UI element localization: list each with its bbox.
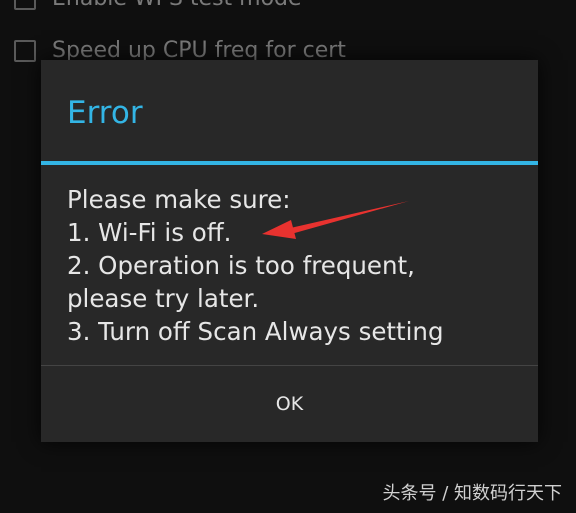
annotation-arrow-icon <box>262 201 409 239</box>
arrow-shaft <box>284 201 409 236</box>
screen: Enable WPS test mode Speed up CPU freq f… <box>0 0 576 513</box>
watermark: 头条号 / 知数码行天下 <box>382 483 562 504</box>
arrow-head <box>262 220 296 239</box>
